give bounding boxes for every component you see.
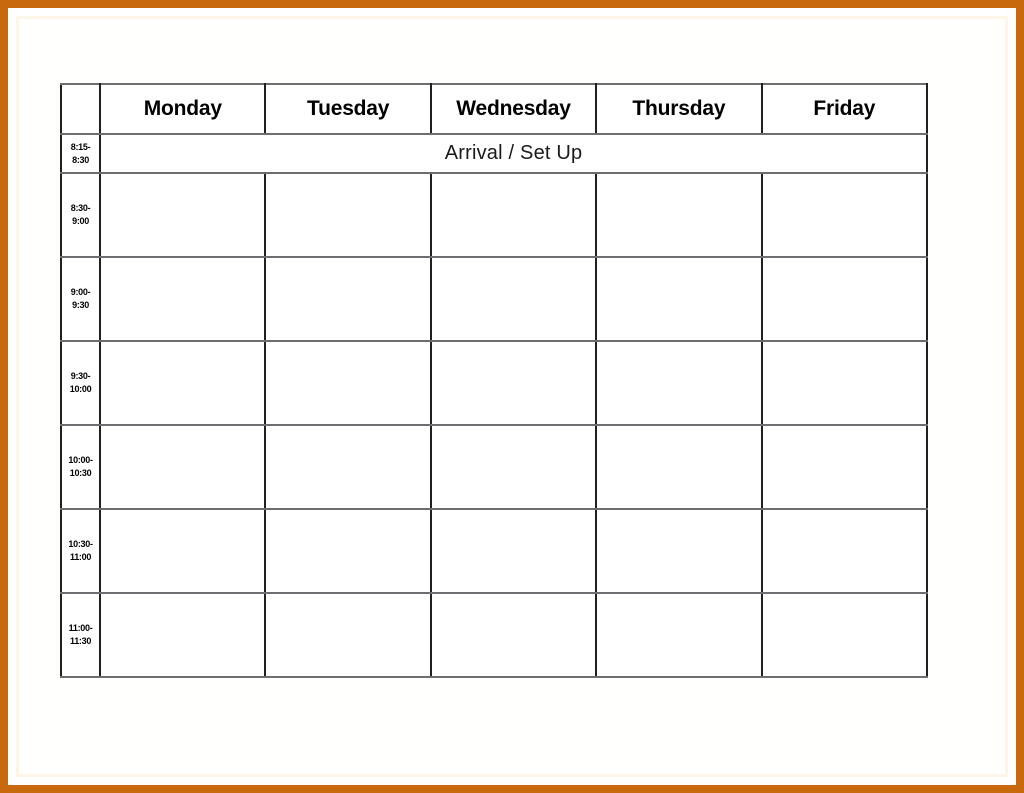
slot-monday-1030[interactable]	[99, 508, 267, 594]
time-label-1030-1100: 10:30- 11:00	[59, 508, 102, 594]
time-label-0930-1000: 9:30- 10:00	[59, 340, 102, 426]
schedule-table-container: Monday Tuesday Wednesday Thursday Friday…	[59, 83, 929, 678]
column-header-wednesday: Wednesday	[429, 83, 598, 135]
schedule-body: 8:15- 8:30 Arrival / Set Up 8:30- 9:00 9…	[59, 133, 929, 678]
corner-header-cell	[59, 83, 102, 135]
slot-monday-1000[interactable]	[99, 424, 267, 510]
time-label-0900-0930: 9:00- 9:30	[59, 256, 102, 342]
time-end: 11:30	[70, 636, 92, 646]
slot-tuesday-0930[interactable]	[264, 340, 432, 426]
slot-friday-0900[interactable]	[760, 256, 929, 342]
time-start: 8:15-	[70, 141, 91, 152]
slot-monday-0900[interactable]	[99, 256, 267, 342]
slot-thursday-0900[interactable]	[595, 256, 763, 342]
slot-wednesday-0830[interactable]	[429, 172, 598, 258]
slot-tuesday-0900[interactable]	[264, 256, 432, 342]
slot-thursday-1100[interactable]	[595, 592, 763, 678]
time-start: 10:30-	[68, 539, 93, 549]
time-start: 9:30-	[70, 371, 91, 381]
slot-wednesday-0930[interactable]	[429, 340, 598, 426]
slot-tuesday-1030[interactable]	[264, 508, 432, 594]
table-row-arrival: 8:15- 8:30 Arrival / Set Up	[59, 133, 928, 174]
slot-friday-1030[interactable]	[760, 508, 929, 594]
slot-thursday-1000[interactable]	[595, 424, 763, 510]
time-end: 9:30	[72, 300, 89, 310]
column-header-friday: Friday	[760, 83, 929, 135]
slot-monday-0830[interactable]	[99, 172, 267, 258]
table-row: 10:30- 11:00	[59, 508, 929, 594]
column-header-tuesday: Tuesday	[264, 83, 432, 135]
time-start: 9:00-	[70, 287, 91, 297]
time-label-1100-1130: 11:00- 11:30	[59, 592, 102, 678]
time-end: 10:30	[69, 468, 92, 478]
table-row: 9:30- 10:00	[59, 340, 929, 426]
table-row: 10:00- 10:30	[59, 424, 929, 510]
slot-wednesday-0900[interactable]	[429, 256, 598, 342]
slot-wednesday-1000[interactable]	[429, 424, 598, 510]
table-row: 9:00- 9:30	[59, 256, 929, 342]
slot-friday-0830[interactable]	[760, 172, 929, 258]
slot-friday-1100[interactable]	[760, 592, 929, 678]
slot-friday-1000[interactable]	[760, 424, 929, 510]
slot-thursday-0830[interactable]	[595, 172, 763, 258]
slot-thursday-0930[interactable]	[595, 340, 763, 426]
table-row: 8:30- 9:00	[59, 172, 929, 258]
time-start: 11:00-	[68, 623, 93, 633]
weekly-schedule-table: Monday Tuesday Wednesday Thursday Friday…	[59, 83, 929, 678]
time-end: 11:00	[70, 552, 92, 562]
schedule-header: Monday Tuesday Wednesday Thursday Friday	[59, 83, 929, 135]
slot-tuesday-1000[interactable]	[264, 424, 432, 510]
slot-friday-0930[interactable]	[760, 340, 929, 426]
slot-tuesday-0830[interactable]	[264, 172, 432, 258]
time-label-1000-1030: 10:00- 10:30	[59, 424, 102, 510]
slot-thursday-1030[interactable]	[595, 508, 763, 594]
time-label-arrival: 8:15- 8:30	[59, 133, 102, 174]
slot-monday-1100[interactable]	[99, 592, 267, 678]
time-end: 10:00	[69, 384, 92, 394]
slot-wednesday-1030[interactable]	[429, 508, 598, 594]
table-row: 11:00- 11:30	[59, 592, 929, 678]
header-row: Monday Tuesday Wednesday Thursday Friday	[59, 83, 929, 135]
time-end: 8:30	[72, 154, 89, 165]
time-start: 8:30-	[70, 203, 91, 213]
column-header-monday: Monday	[99, 83, 267, 135]
time-end: 9:00	[72, 216, 89, 226]
page-frame: Monday Tuesday Wednesday Thursday Friday…	[0, 0, 1024, 793]
time-start: 10:00-	[68, 455, 93, 465]
arrival-set-up-cell[interactable]: Arrival / Set Up	[99, 133, 928, 174]
time-label-0830-0900: 8:30- 9:00	[59, 172, 102, 258]
slot-wednesday-1100[interactable]	[429, 592, 598, 678]
column-header-thursday: Thursday	[595, 83, 763, 135]
slot-monday-0930[interactable]	[99, 340, 267, 426]
slot-tuesday-1100[interactable]	[264, 592, 432, 678]
